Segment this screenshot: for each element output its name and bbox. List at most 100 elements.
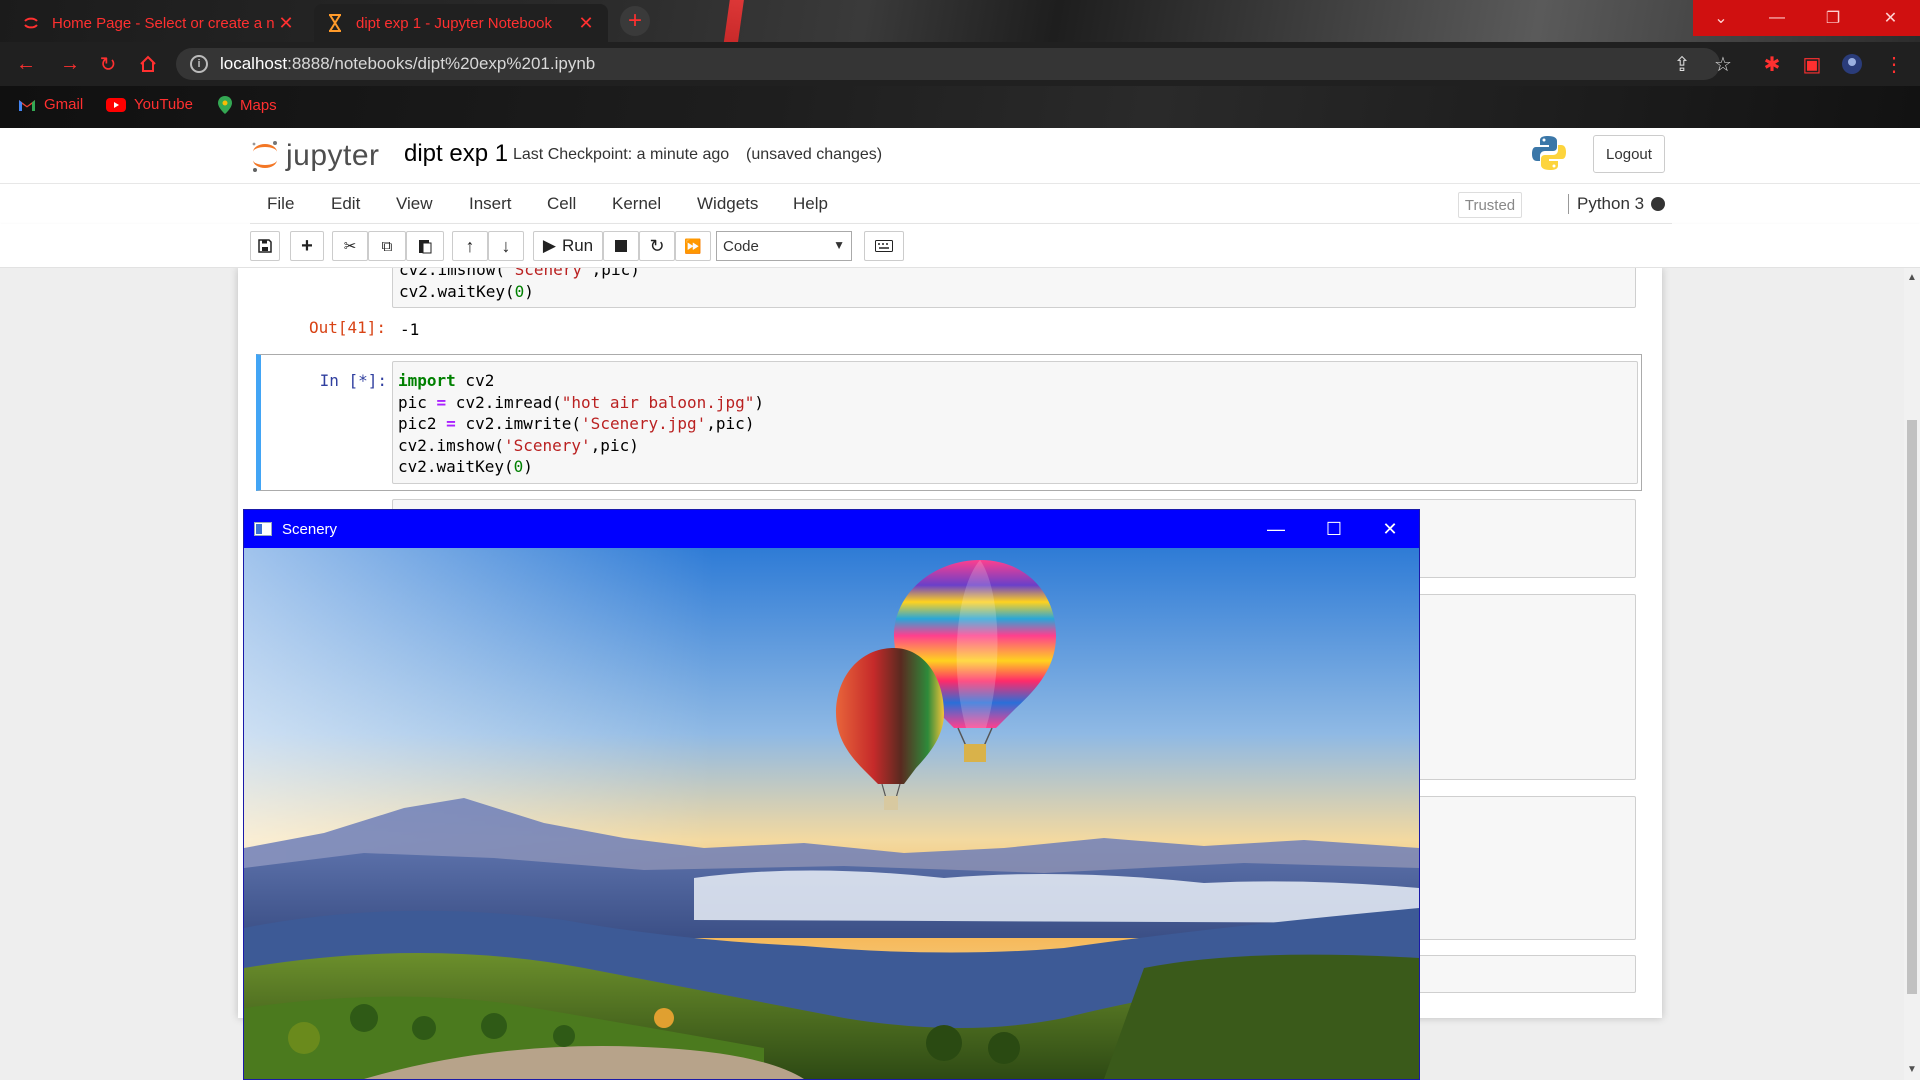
bookmark-maps[interactable]: Maps — [218, 96, 277, 114]
menu-cell[interactable]: Cell — [547, 194, 576, 214]
kernel-name: Python 3 — [1568, 194, 1644, 214]
code-operator: = — [446, 414, 456, 433]
plus-icon: + — [301, 234, 313, 257]
minimize-icon[interactable]: — — [1247, 510, 1305, 548]
home-icon[interactable] — [134, 50, 162, 78]
restart-run-all-button[interactable]: ⏩ — [675, 231, 711, 261]
paste-button[interactable] — [406, 231, 444, 261]
code-lines: cv2.imshow('Scenery',pic) cv2.waitKey(0) — [399, 268, 640, 302]
address-input[interactable]: i localhost:8888/notebooks/dipt%20exp%20… — [176, 48, 1720, 80]
copy-button[interactable]: ⧉ — [368, 231, 406, 261]
code-token: cv2.imshow( — [398, 435, 504, 455]
save-button[interactable] — [250, 231, 280, 261]
hot-air-balloon-scene — [244, 548, 1419, 1079]
close-window-icon[interactable]: ✕ — [1861, 0, 1920, 36]
menu-file[interactable]: File — [267, 194, 294, 214]
reload-icon[interactable]: ↻ — [94, 50, 122, 78]
cell-type-select[interactable]: Code ▼ — [716, 231, 852, 261]
code-string: 'Scenery' — [503, 435, 591, 455]
profile-avatar[interactable] — [1840, 52, 1864, 76]
page-scrollbar[interactable]: ▲ ▼ — [1904, 268, 1920, 1080]
close-icon[interactable]: ✕ — [1361, 510, 1419, 548]
new-tab-button[interactable]: + — [620, 6, 650, 36]
notebook-name[interactable]: dipt exp 1 — [404, 140, 508, 168]
bookmark-label: Maps — [240, 96, 277, 114]
command-palette-button[interactable] — [864, 231, 904, 261]
opencv-image-window[interactable]: Scenery — ☐ ✕ — [243, 509, 1420, 1080]
code-token: pic2 — [398, 414, 447, 433]
code-token: ) — [524, 281, 534, 301]
scrollbar-thumb[interactable] — [1907, 420, 1917, 994]
back-icon[interactable]: ← — [12, 50, 40, 78]
url-path: :8888/notebooks/dipt%20exp%201.ipynb — [287, 54, 596, 73]
move-up-button[interactable]: ↑ — [452, 231, 488, 261]
tab-search-icon[interactable]: ⌄ — [1693, 0, 1749, 36]
gmail-icon — [19, 99, 35, 111]
tab-home-page[interactable]: Home Page - Select or create a n ✕ — [10, 4, 308, 42]
stop-icon — [615, 240, 627, 252]
code-input-area[interactable]: cv2.imshow('Scenery',pic) cv2.waitKey(0) — [392, 268, 1636, 308]
code-token: ,pic) — [590, 435, 639, 455]
code-token: ,pic) — [591, 268, 640, 279]
code-input-area[interactable]: import cv2 pic = cv2.imread("hot air bal… — [392, 361, 1638, 484]
notebook-menubar: File Edit View Insert Cell Kernel Widget… — [0, 184, 1920, 224]
selected-cell[interactable]: In [*]: import cv2 pic = cv2.imread("hot… — [256, 354, 1642, 491]
jupyter-logo[interactable]: jupyter — [250, 136, 380, 176]
scroll-down-icon[interactable]: ▼ — [1906, 1064, 1918, 1075]
fast-forward-icon: ⏩ — [684, 237, 702, 254]
insert-cell-button[interactable]: + — [290, 231, 324, 261]
logout-button[interactable]: Logout — [1593, 135, 1665, 173]
menu-help[interactable]: Help — [793, 194, 828, 214]
address-toolbar: ← → ↻ i localhost:8888/notebooks/dipt%20… — [0, 42, 1920, 86]
tab-notebook[interactable]: dipt exp 1 - Jupyter Notebook ✕ — [314, 4, 608, 42]
bookmark-label: YouTube — [134, 96, 193, 113]
code-string: 'Scenery' — [504, 268, 592, 279]
menu-view[interactable]: View — [396, 194, 433, 214]
interrupt-button[interactable] — [603, 231, 639, 261]
bookmarks-bar: Gmail YouTube Maps — [0, 86, 1920, 128]
close-tab-icon[interactable]: ✕ — [576, 13, 596, 34]
code-token: cv2 — [455, 371, 495, 390]
browser-tab-bar: Home Page - Select or create a n ✕ dipt … — [0, 0, 1920, 42]
forward-icon[interactable]: → — [56, 50, 84, 78]
restart-kernel-button[interactable]: ↻ — [639, 231, 675, 261]
opencv-window-titlebar[interactable]: Scenery — ☐ ✕ — [244, 510, 1419, 548]
bookmark-gmail[interactable]: Gmail — [18, 96, 83, 113]
code-line: pic2 = cv2.imwrite('Scenery.jpg',pic) — [398, 414, 754, 433]
trusted-badge[interactable]: Trusted — [1458, 192, 1522, 218]
play-icon: ▶ — [542, 236, 556, 255]
minimize-window-icon[interactable]: — — [1749, 0, 1805, 36]
run-button[interactable]: ▶ Run — [533, 231, 603, 261]
run-label: Run — [561, 236, 594, 255]
menu-edit[interactable]: Edit — [331, 194, 360, 214]
bookmark-star-icon[interactable]: ☆ — [1711, 52, 1735, 76]
code-token: ) — [523, 457, 533, 476]
cut-button[interactable]: ✂ — [332, 231, 368, 261]
scenery-image — [244, 548, 1419, 1079]
jupyter-header: jupyter dipt exp 1 Last Checkpoint: a mi… — [0, 128, 1920, 184]
sidebar-icon[interactable]: ▣ — [1800, 52, 1824, 76]
bookmark-youtube[interactable]: YouTube — [106, 96, 193, 113]
menu-widgets[interactable]: Widgets — [697, 194, 758, 214]
code-number: 0 — [513, 457, 524, 476]
output-value: -1 — [400, 320, 420, 339]
maps-pin-icon — [218, 96, 232, 114]
share-icon[interactable]: ⇪ — [1670, 52, 1694, 76]
menu-insert[interactable]: Insert — [469, 194, 512, 214]
site-info-icon[interactable]: i — [190, 55, 208, 73]
cell-type-value: Code — [723, 237, 759, 255]
restore-window-icon[interactable]: ❐ — [1805, 0, 1861, 36]
code-line: cv2.imshow('Scenery',pic) — [398, 436, 639, 455]
url-host: localhost — [220, 54, 288, 73]
jupyter-logo-icon — [252, 141, 277, 172]
tab-title: Home Page - Select or create a n — [52, 14, 275, 32]
move-down-button[interactable]: ↓ — [488, 231, 524, 261]
code-string: 'Scenery.jpg' — [581, 414, 707, 433]
browser-menu-icon[interactable]: ⋮ — [1882, 52, 1906, 76]
scroll-up-icon[interactable]: ▲ — [1906, 272, 1918, 283]
extension-puzzle-icon[interactable]: ✱ — [1760, 52, 1784, 76]
menu-kernel[interactable]: Kernel — [612, 194, 661, 214]
code-token: ,pic) — [706, 414, 755, 433]
maximize-icon[interactable]: ☐ — [1305, 510, 1363, 548]
close-tab-icon[interactable]: ✕ — [276, 13, 296, 34]
